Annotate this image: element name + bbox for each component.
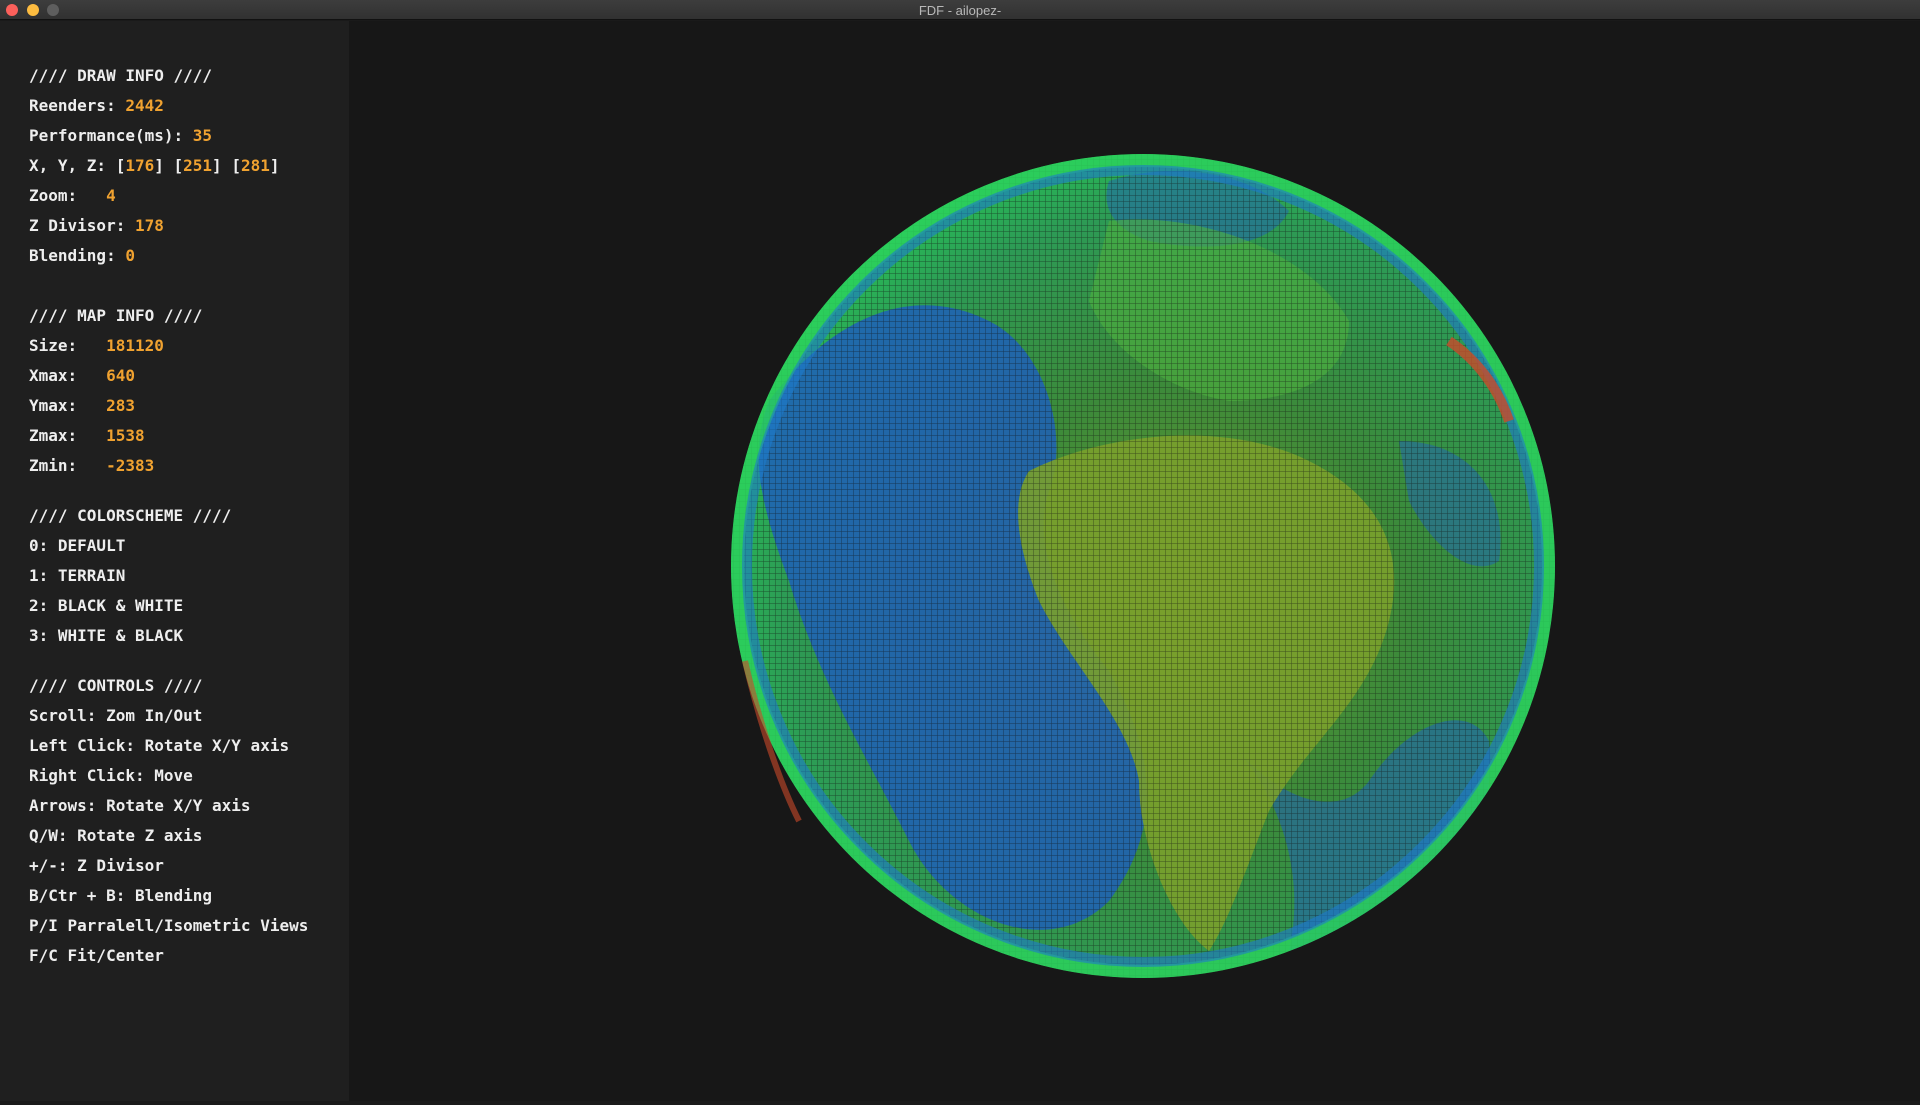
reenders-label: Reenders: <box>29 96 126 115</box>
performance-label: Performance(ms): <box>29 126 193 145</box>
controls-item-zdivisor: +/-: Z Divisor <box>29 856 164 875</box>
ymax-label: Ymax: <box>29 396 107 415</box>
controls-item-scroll: Scroll: Zom In/Out <box>29 706 203 725</box>
xyz-row: X, Y, Z: [176] [251] [281] <box>29 151 308 181</box>
zmax-row: Zmax: 1538 <box>29 421 308 451</box>
zmin-label: Zmin: <box>29 456 107 475</box>
xyz-separator: ] [ <box>154 156 184 175</box>
colorscheme-item-default: 0: DEFAULT <box>29 536 126 555</box>
performance-row: Performance(ms): 35 <box>29 121 308 151</box>
performance-value: 35 <box>192 126 213 145</box>
xmax-label: Xmax: <box>29 366 107 385</box>
controls-item-qw: Q/W: Rotate Z axis <box>29 826 203 845</box>
colorscheme-item-black-white: 2: BLACK & WHITE <box>29 596 184 615</box>
xyz-label: X, Y, Z: [ <box>29 156 126 175</box>
ymax-row: Ymax: 283 <box>29 391 308 421</box>
xmax-row: Xmax: 640 <box>29 361 308 391</box>
controls-item-right-click: Right Click: Move <box>29 766 193 785</box>
blending-label: Blending: <box>29 246 126 265</box>
reenders-value: 2442 <box>125 96 164 115</box>
zmin-value: -2383 <box>106 456 155 475</box>
size-value: 181120 <box>106 336 164 355</box>
zoom-label: Zoom: <box>29 186 107 205</box>
reenders-row: Reenders: 2442 <box>29 91 308 121</box>
wireframe-globe[interactable] <box>349 21 1920 1101</box>
blending-value: 0 <box>125 246 135 265</box>
window-titlebar: FDF - ailopez- <box>0 0 1920 20</box>
y-value: 251 <box>183 156 213 175</box>
zmax-value: 1538 <box>106 426 145 445</box>
window-title: FDF - ailopez- <box>918 3 1002 18</box>
controls-header: //// CONTROLS //// <box>29 676 203 695</box>
controls-item-fit-center: F/C Fit/Center <box>29 946 164 965</box>
z-value: 281 <box>240 156 270 175</box>
size-label: Size: <box>29 336 107 355</box>
size-row: Size: 181120 <box>29 331 308 361</box>
xyz-separator: ] [ <box>212 156 241 175</box>
zoom-value: 4 <box>106 186 116 205</box>
controls-item-arrows: Arrows: Rotate X/Y axis <box>29 796 251 815</box>
x-value: 176 <box>125 156 155 175</box>
zoom-row: Zoom: 4 <box>29 181 308 211</box>
draw-info-header: //// DRAW INFO //// <box>29 66 213 85</box>
zmin-row: Zmin: -2383 <box>29 451 308 481</box>
blending-row: Blending: 0 <box>29 241 308 271</box>
info-sidebar: //// DRAW INFO //// Reenders: 2442 Perfo… <box>0 21 349 1101</box>
ymax-value: 283 <box>106 396 135 415</box>
controls-item-left-click: Left Click: Rotate X/Y axis <box>29 736 290 755</box>
colorscheme-item-terrain: 1: TERRAIN <box>29 566 126 585</box>
zdivisor-label: Z Divisor: <box>29 216 135 235</box>
controls-item-blending: B/Ctr + B: Blending <box>29 886 213 905</box>
zdivisor-row: Z Divisor: 178 <box>29 211 308 241</box>
xmax-value: 640 <box>106 366 135 385</box>
controls-item-views: P/I Parralell/Isometric Views <box>29 916 309 935</box>
colorscheme-item-white-black: 3: WHITE & BLACK <box>29 626 184 645</box>
xyz-close-bracket: ] <box>269 156 280 175</box>
zdivisor-value: 178 <box>134 216 164 235</box>
render-viewport[interactable] <box>349 21 1920 1101</box>
colorscheme-header: //// COLORSCHEME //// <box>29 506 232 525</box>
zmax-label: Zmax: <box>29 426 107 445</box>
map-info-header: //// MAP INFO //// <box>29 306 203 325</box>
